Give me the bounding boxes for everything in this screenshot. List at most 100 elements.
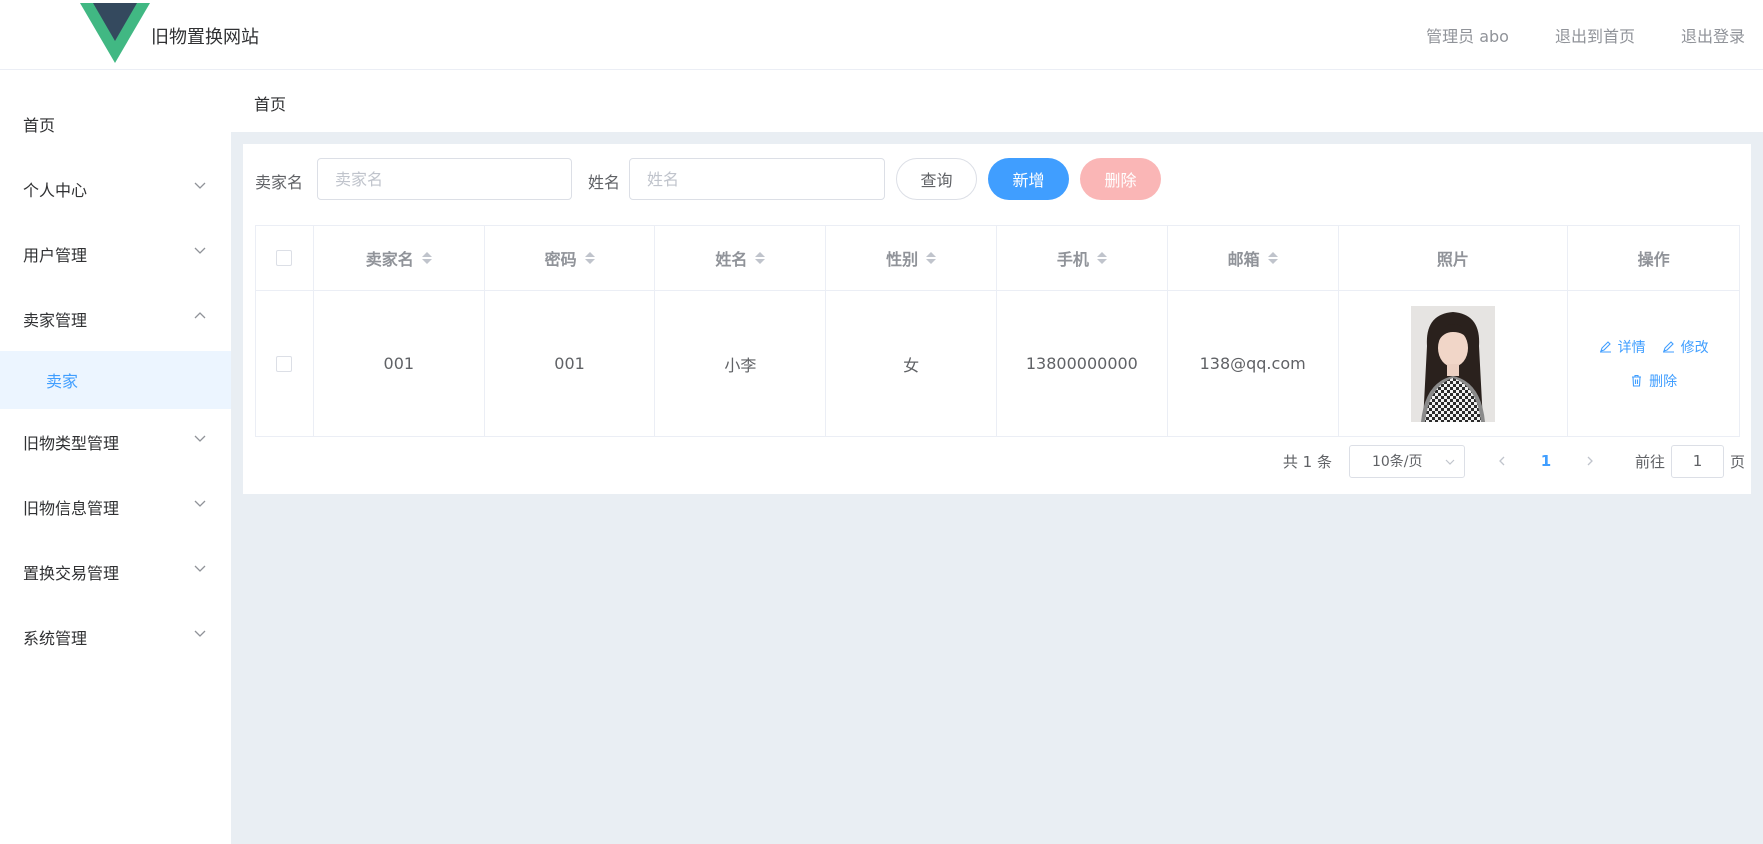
goto-label: 前往 [1634,452,1665,471]
chevron-down-icon [194,630,206,637]
sidebar-item-home[interactable]: 首页 [0,96,231,152]
chevron-down-icon [1445,459,1455,465]
cell-photo [1339,291,1569,436]
sidebar-item-label: 个人中心 [23,181,88,200]
edit-button[interactable]: 修改 [1662,337,1709,357]
row-delete-button[interactable]: 删除 [1630,371,1677,391]
chevron-left-icon [1499,456,1505,466]
pagination: 共 1 条 10条/页 1 前往 页 [1283,444,1745,478]
total-count: 共 1 条 [1282,452,1332,471]
site-title: 旧物置换网站 [151,27,259,48]
column-header-seller[interactable]: 卖家名 [314,226,485,290]
edit-icon [1599,341,1611,353]
select-all-checkbox[interactable] [276,250,293,266]
cell-seller: 001 [314,291,485,436]
chevron-down-icon [194,565,206,572]
sort-icon[interactable] [755,252,766,264]
seller-name-input[interactable] [317,158,572,200]
cell-email: 138@qq.com [1168,291,1339,436]
sidebar-item-system-management[interactable]: 系统管理 [0,609,231,665]
column-header-phone[interactable]: 手机 [997,226,1168,290]
page-size-value: 10条/页 [1371,454,1423,470]
sidebar-item-item-type-management[interactable]: 旧物类型管理 [0,414,231,470]
sort-icon[interactable] [584,252,595,264]
sidebar-item-label: 旧物类型管理 [23,434,120,453]
add-button[interactable]: 新增 [988,158,1069,200]
trash-icon [1632,374,1642,387]
exit-to-home-link[interactable]: 退出到首页 [1555,23,1635,47]
column-header-label: 邮箱 [1227,250,1260,269]
logout-link[interactable]: 退出登录 [1681,23,1745,47]
sidebar-item-label: 置换交易管理 [23,564,120,583]
admin-user-label: 管理员 abo [1426,27,1509,46]
delete-label: 删除 [1649,373,1678,390]
sidebar-item-label: 卖家管理 [23,311,88,330]
sort-icon[interactable] [1096,252,1107,264]
sidebar-item-personal-center[interactable]: 个人中心 [0,161,231,217]
cell-gender: 女 [826,291,997,436]
cell-actions: 详情 修改 删除 [1568,291,1739,436]
chevron-up-icon [194,312,206,319]
sidebar-menu: 首页 个人中心 用户管理 卖家管理 卖家 旧物类型管理 旧物信息管理 置换交易管… [0,70,231,844]
next-page-button[interactable] [1575,446,1605,476]
sort-icon[interactable] [926,252,937,264]
row-checkbox-cell [256,291,314,436]
column-header-name[interactable]: 姓名 [655,226,827,290]
chevron-down-icon [194,182,206,189]
sidebar-item-exchange-management[interactable]: 置换交易管理 [0,544,231,600]
top-header: 旧物置换网站 管理员 abo 退出到首页 退出登录 [0,0,1763,70]
prev-page-button[interactable] [1487,446,1517,476]
chevron-down-icon [194,435,206,442]
cell-name: 小李 [655,291,827,436]
sidebar-item-label: 首页 [23,116,56,135]
column-header-label: 卖家名 [365,250,414,269]
column-header-gender[interactable]: 性别 [826,226,997,290]
column-header-label: 操作 [1637,250,1670,269]
cell-phone: 13800000000 [997,291,1168,436]
column-header-label: 姓名 [715,250,748,269]
chevron-down-icon [194,500,206,507]
column-header-label: 密码 [544,250,577,269]
name-input[interactable] [629,158,885,200]
edit-icon [1662,341,1674,353]
sort-icon[interactable] [1267,252,1278,264]
sidebar-item-item-info-management[interactable]: 旧物信息管理 [0,479,231,535]
query-button[interactable]: 查询 [896,158,977,200]
goto-page-input[interactable] [1670,444,1724,478]
column-header-email[interactable]: 邮箱 [1168,226,1339,290]
table-row: 001 001 小李 女 13800000000 138@qq.com 详情 修… [256,291,1739,436]
name-label: 姓名 [588,173,621,192]
sidebar-item-user-management[interactable]: 用户管理 [0,226,231,282]
cell-password: 001 [485,291,656,436]
sidebar-item-label: 系统管理 [23,629,88,648]
delete-button[interactable]: 删除 [1080,158,1161,200]
breadcrumb[interactable]: 首页 [254,91,286,115]
seller-name-label: 卖家名 [255,173,304,192]
header-checkbox-cell [256,226,314,290]
edit-label: 修改 [1680,339,1709,356]
seller-table: 卖家名 密码 姓名 性别 手机 邮箱 照片 操作 001 001 小李 女 13… [255,225,1740,437]
sort-icon[interactable] [421,252,432,264]
sidebar-item-seller-management[interactable]: 卖家管理 [0,291,231,347]
column-header-label: 照片 [1436,250,1469,269]
content-panel: 卖家名 姓名 查询 新增 删除 卖家名 密码 姓名 [243,144,1751,494]
column-header-photo: 照片 [1339,226,1569,290]
page-size-select[interactable]: 10条/页 [1348,444,1465,478]
chevron-down-icon [194,247,206,254]
sidebar-item-label: 卖家 [46,372,79,391]
vue-logo-icon [80,3,150,63]
sidebar-item-seller[interactable]: 卖家 [0,351,231,409]
chevron-right-icon [1587,456,1593,466]
column-header-label: 手机 [1056,250,1089,269]
column-header-label: 性别 [886,250,919,269]
seller-photo[interactable] [1410,305,1495,422]
sidebar-item-label: 用户管理 [23,246,88,265]
column-header-actions: 操作 [1568,226,1739,290]
row-checkbox[interactable] [276,355,293,372]
portrait-image [1410,305,1495,422]
column-header-password[interactable]: 密码 [485,226,656,290]
page-number-current[interactable]: 1 [1531,446,1561,476]
detail-button[interactable]: 详情 [1599,337,1646,357]
breadcrumb-bar: 首页 [231,70,1763,132]
detail-label: 详情 [1617,339,1646,356]
